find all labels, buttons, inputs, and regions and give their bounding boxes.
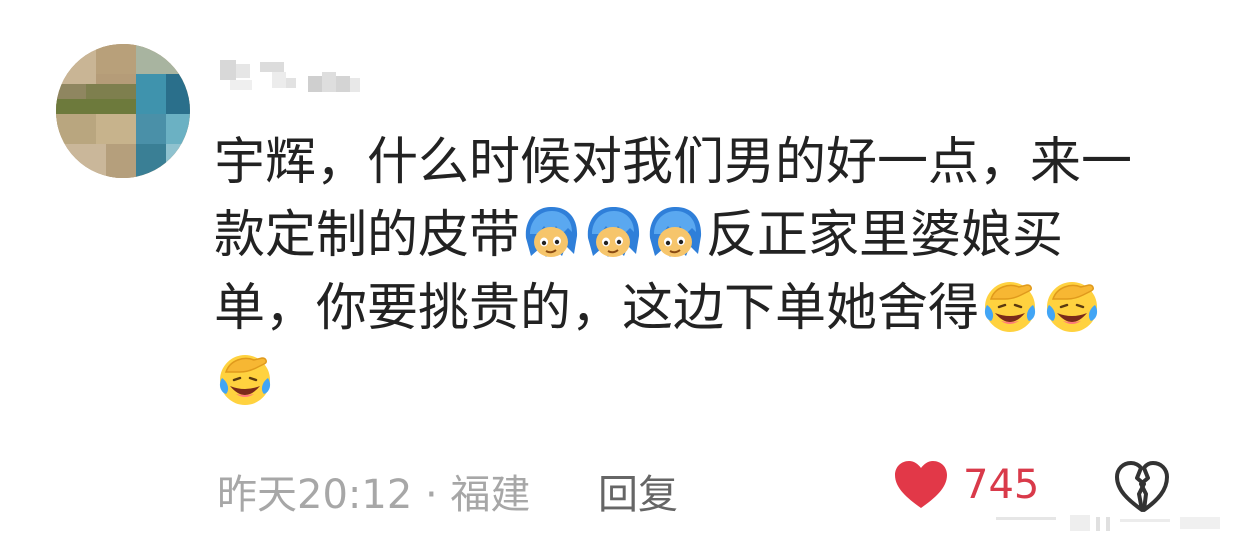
- like-count: 745: [963, 462, 1040, 508]
- facepalm-laugh-cry-emoji: [1043, 277, 1101, 335]
- comment-body: 宇辉，什么时候对我们男的好一点，来一款定制的皮带 反正家里婆娘买单，你要挑贵的，这…: [214, 126, 1159, 418]
- username-mosaic: [220, 60, 360, 92]
- reply-button[interactable]: 回复: [598, 462, 678, 520]
- comment-meta: 昨天20:12 · 福建: [217, 472, 531, 518]
- blue-hair-doge-emoji: [646, 204, 704, 262]
- blue-hair-doge-emoji: [584, 204, 642, 262]
- avatar-image: [56, 44, 190, 178]
- facepalm-laugh-cry-emoji: [216, 350, 274, 408]
- watermark: [990, 505, 1226, 535]
- heart-icon[interactable]: [893, 460, 949, 510]
- facepalm-laugh-cry-emoji: [981, 277, 1039, 335]
- blue-hair-doge-emoji: [522, 204, 580, 262]
- avatar[interactable]: [56, 44, 190, 178]
- username[interactable]: [216, 56, 366, 96]
